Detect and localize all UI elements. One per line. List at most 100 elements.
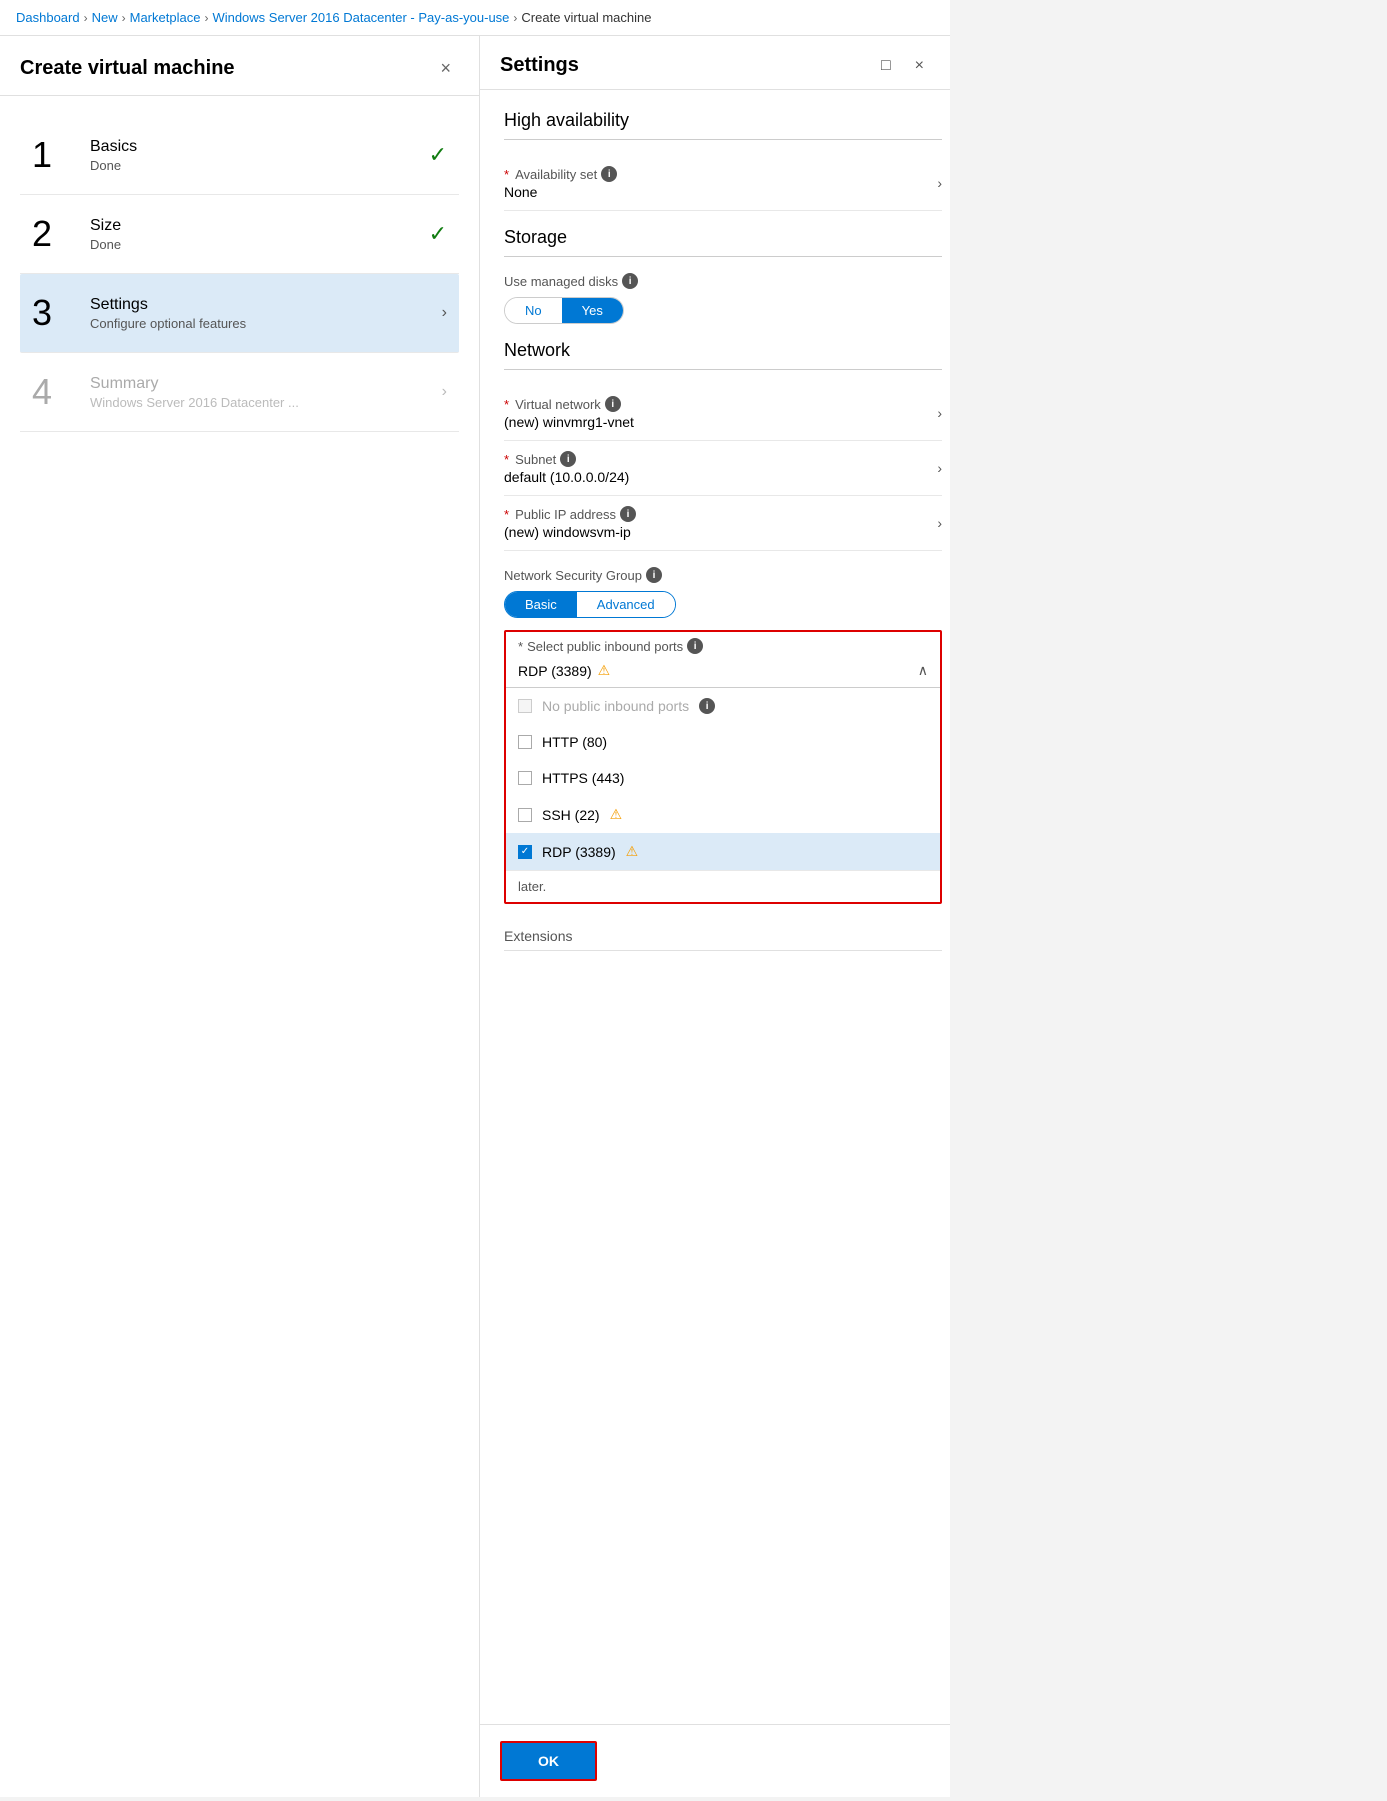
dropdown-item-https[interactable]: HTTPS (443) [506, 760, 940, 796]
step-1-number: 1 [32, 134, 82, 176]
step-4-summary[interactable]: 4 Summary Windows Server 2016 Datacenter… [20, 353, 459, 432]
virtual-network-info-icon[interactable]: i [605, 396, 621, 412]
public-ip-info-icon[interactable]: i [620, 506, 636, 522]
dropdown-item-none-label: No public inbound ports [542, 698, 689, 714]
step-4-name: Summary [90, 375, 434, 393]
dropdown-item-none[interactable]: No public inbound ports i [506, 688, 940, 724]
ok-footer: OK [480, 1724, 950, 1797]
storage-title: Storage [504, 227, 942, 248]
dropdown-chevron-up-icon: ∧ [918, 662, 928, 679]
right-panel: Settings □ × High availability * Availab… [480, 36, 950, 1797]
inbound-ports-info-icon[interactable]: i [687, 638, 703, 654]
public-ip-label-text: Public IP address [515, 507, 616, 522]
step-3-name: Settings [90, 296, 434, 314]
dropdown-item-none-info-icon: i [699, 698, 715, 714]
right-panel-close-button[interactable]: × [909, 55, 930, 77]
breadcrumb-sep-2: › [122, 11, 126, 25]
inbound-ports-selected-value: RDP (3389) ⚠ [518, 662, 610, 679]
breadcrumb-sep-4: › [513, 11, 517, 25]
subnet-chevron-icon: › [937, 460, 942, 476]
step-2-number: 2 [32, 213, 82, 255]
network-section: Network * Virtual network i (new) winvmr… [504, 340, 942, 951]
managed-disks-yes-button[interactable]: Yes [562, 298, 623, 323]
step-4-info: Summary Windows Server 2016 Datacenter .… [82, 375, 434, 410]
virtual-network-field[interactable]: * Virtual network i (new) winvmrg1-vnet … [504, 386, 942, 441]
breadcrumb-sep-1: › [84, 11, 88, 25]
inbound-ports-warning-icon: ⚠ [598, 662, 611, 679]
availability-set-field[interactable]: * Availability set i None › [504, 156, 942, 211]
extensions-section: Extensions [504, 920, 942, 951]
main-container: Create virtual machine × 1 Basics Done ✓… [0, 36, 950, 1797]
subnet-info-icon[interactable]: i [560, 451, 576, 467]
dropdown-item-http[interactable]: HTTP (80) [506, 724, 940, 760]
dropdown-footer-text: later. [506, 870, 940, 902]
left-panel-close-button[interactable]: × [432, 54, 459, 83]
step-1-name: Basics [90, 138, 421, 156]
inbound-ports-dropdown-header[interactable]: RDP (3389) ⚠ ∧ [506, 654, 940, 688]
breadcrumb-new[interactable]: New [92, 10, 118, 25]
breadcrumb: Dashboard › New › Marketplace › Windows … [0, 0, 950, 36]
subnet-required: * [504, 452, 509, 467]
subnet-label: * Subnet i [504, 451, 925, 467]
step-2-size[interactable]: 2 Size Done ✓ [20, 195, 459, 274]
public-ip-field[interactable]: * Public IP address i (new) windowsvm-ip… [504, 496, 942, 551]
managed-disks-no-button[interactable]: No [505, 298, 562, 323]
step-3-sub: Configure optional features [90, 316, 434, 331]
nsg-basic-button[interactable]: Basic [505, 592, 577, 617]
virtual-network-label: * Virtual network i [504, 396, 925, 412]
dropdown-item-ssh[interactable]: SSH (22) ⚠ [506, 796, 940, 833]
dropdown-item-none-checkbox [518, 699, 532, 713]
dropdown-item-rdp-warning-icon: ⚠ [626, 843, 639, 860]
high-availability-section: High availability * Availability set i N… [504, 110, 942, 211]
availability-set-label-text: Availability set [515, 167, 597, 182]
dropdown-item-http-label: HTTP (80) [542, 734, 607, 750]
step-1-check-icon: ✓ [429, 142, 447, 168]
header-icons: □ × [875, 55, 930, 77]
subnet-field[interactable]: * Subnet i default (10.0.0.0/24) › [504, 441, 942, 496]
step-2-info: Size Done [82, 217, 421, 252]
step-3-info: Settings Configure optional features [82, 296, 434, 331]
left-panel-header: Create virtual machine × [0, 36, 479, 96]
inbound-ports-selected-text: RDP (3389) [518, 663, 592, 679]
inbound-ports-list: No public inbound ports i HTTP (80) HTTP… [506, 688, 940, 870]
dropdown-item-https-label: HTTPS (443) [542, 770, 624, 786]
nsg-label: Network Security Group i [504, 567, 942, 583]
dropdown-item-rdp[interactable]: ✓ RDP (3389) ⚠ [506, 833, 940, 870]
breadcrumb-dashboard[interactable]: Dashboard [16, 10, 80, 25]
nsg-toggle[interactable]: Basic Advanced [504, 591, 676, 618]
subnet-value: default (10.0.0.0/24) [504, 469, 925, 485]
nsg-advanced-button[interactable]: Advanced [577, 592, 675, 617]
virtual-network-required: * [504, 397, 509, 412]
network-title: Network [504, 340, 942, 361]
steps-container: 1 Basics Done ✓ 2 Size Done ✓ 3 [0, 96, 479, 1797]
right-content: High availability * Availability set i N… [480, 90, 950, 1724]
left-panel: Create virtual machine × 1 Basics Done ✓… [0, 36, 480, 1797]
step-1-basics[interactable]: 1 Basics Done ✓ [20, 116, 459, 195]
step-3-settings[interactable]: 3 Settings Configure optional features › [20, 274, 459, 353]
public-ip-value: (new) windowsvm-ip [504, 524, 925, 540]
availability-set-chevron-icon: › [937, 175, 942, 191]
nsg-info-icon[interactable]: i [646, 567, 662, 583]
availability-set-info-icon[interactable]: i [601, 166, 617, 182]
nsg-section: Network Security Group i Basic Advanced [504, 567, 942, 618]
breadcrumb-marketplace[interactable]: Marketplace [130, 10, 201, 25]
managed-disks-info-icon[interactable]: i [622, 273, 638, 289]
breadcrumb-sep-3: › [204, 11, 208, 25]
maximize-button[interactable]: □ [875, 55, 897, 77]
right-panel-header: Settings □ × [480, 36, 950, 90]
ok-button[interactable]: OK [500, 1741, 597, 1781]
subnet-left: * Subnet i default (10.0.0.0/24) [504, 451, 925, 485]
step-3-number: 3 [32, 292, 82, 334]
dropdown-item-ssh-label: SSH (22) [542, 807, 600, 823]
inbound-ports-dropdown-section: * Select public inbound ports i RDP (338… [504, 630, 942, 904]
step-2-check-icon: ✓ [429, 221, 447, 247]
managed-disks-toggle[interactable]: No Yes [504, 297, 624, 324]
availability-set-required: * [504, 167, 509, 182]
step-4-arrow-icon: › [442, 383, 447, 401]
step-4-sub: Windows Server 2016 Datacenter ... [90, 395, 434, 410]
availability-set-left: * Availability set i None [504, 166, 925, 200]
dropdown-item-http-checkbox [518, 735, 532, 749]
breadcrumb-product[interactable]: Windows Server 2016 Datacenter - Pay-as-… [212, 10, 509, 25]
high-availability-divider [504, 139, 942, 140]
public-ip-required: * [504, 507, 509, 522]
